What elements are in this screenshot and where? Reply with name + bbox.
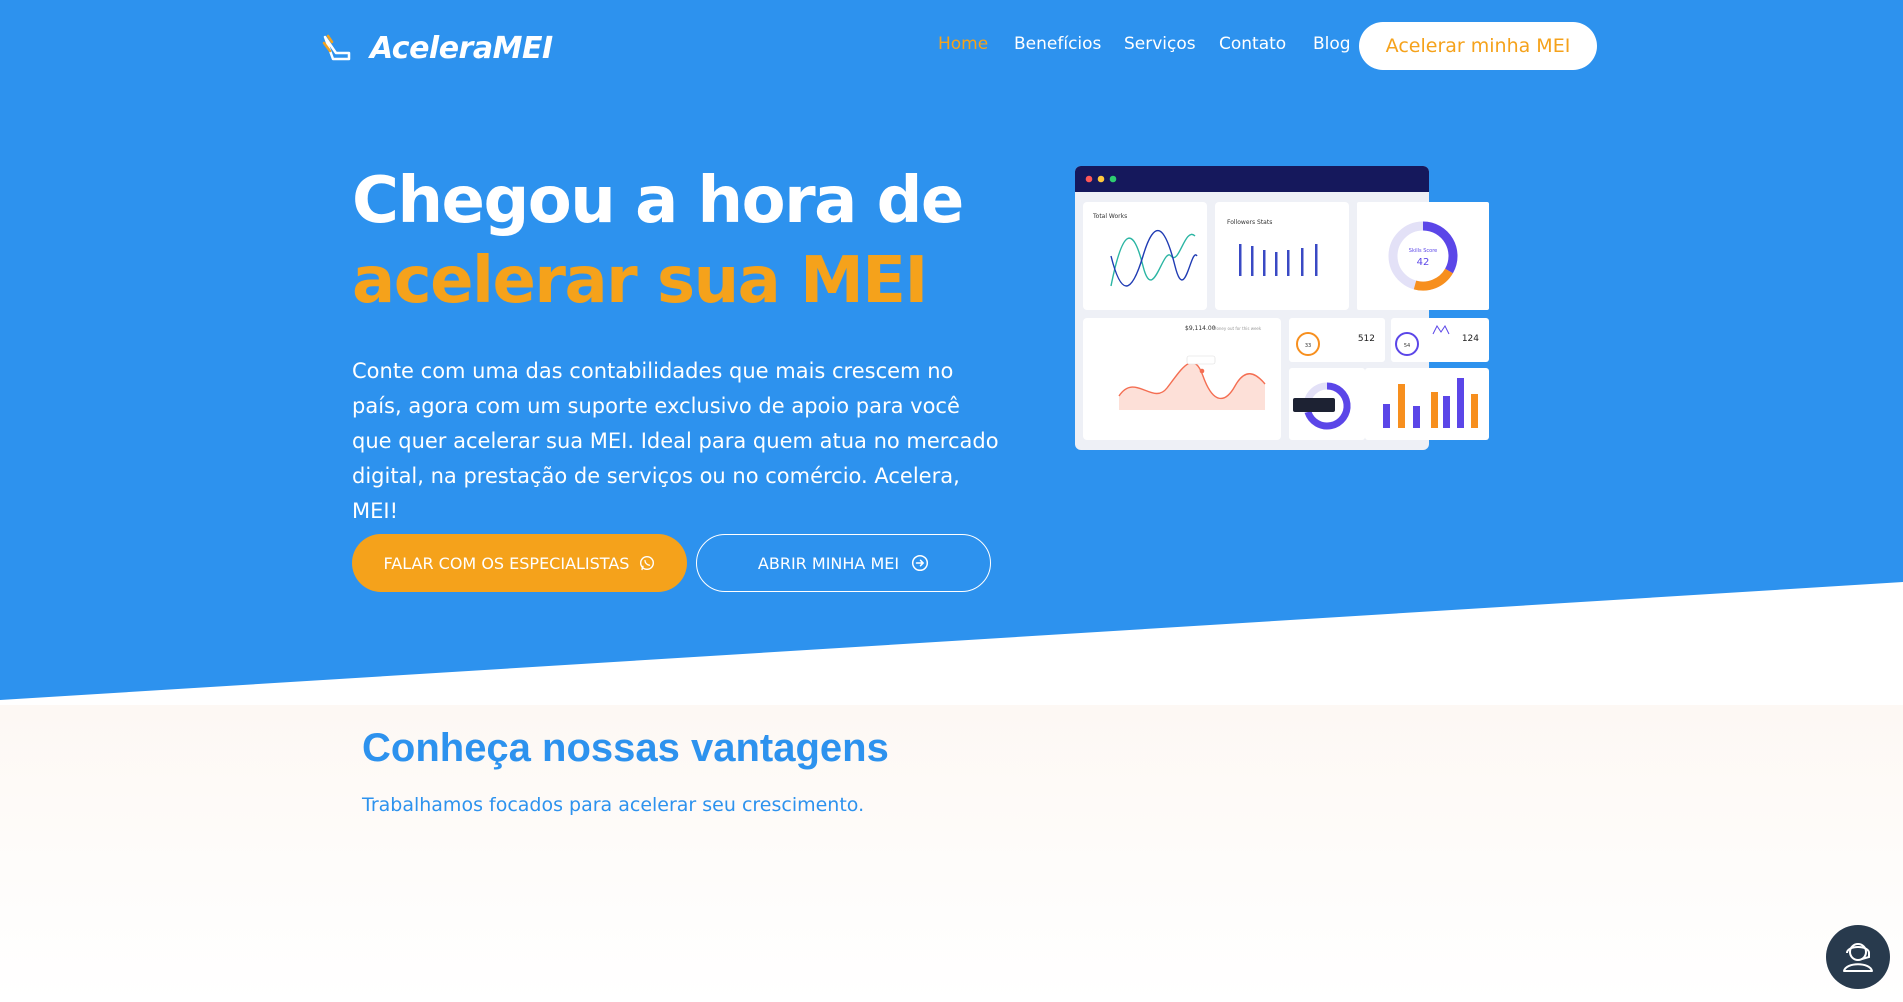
open-mei-label: ABRIR MINHA MEI — [757, 553, 900, 573]
svg-text:Total Works: Total Works — [1092, 213, 1127, 220]
talk-to-specialists-button[interactable]: FALAR COM OS ESPECIALISTAS — [352, 534, 687, 592]
logo-icon — [322, 34, 351, 61]
advantages-section — [0, 705, 1903, 1002]
svg-text:33: 33 — [1305, 343, 1311, 349]
nav-contato[interactable]: Contato — [1219, 34, 1286, 54]
advantages-title: Conheça nossas vantagens — [362, 726, 889, 770]
window-dot-green — [1109, 175, 1117, 183]
window-dot-yellow — [1097, 175, 1105, 183]
arrow-right-circle-icon — [912, 554, 929, 572]
open-mei-button[interactable]: ABRIR MINHA MEI — [696, 534, 991, 592]
hero-title-line1: Chegou a hora de — [352, 164, 964, 238]
svg-text:Money out for this week: Money out for this week — [1213, 326, 1262, 331]
dashboard-illustration: Total Works Followers Stats Skills Score… — [1075, 166, 1489, 450]
logo-text: AceleraMEI — [370, 30, 553, 66]
svg-text:Followers Stats: Followers Stats — [1227, 219, 1272, 226]
talk-to-specialists-label: FALAR COM OS ESPECIALISTAS — [383, 553, 630, 573]
svg-text:Skills Score: Skills Score — [1409, 248, 1437, 254]
accelerate-mei-button[interactable]: Acelerar minha MEI — [1359, 22, 1597, 70]
svg-text:$9,114.00: $9,114.00 — [1185, 325, 1216, 332]
logo[interactable]: AceleraMEI — [322, 28, 553, 68]
svg-text:124: 124 — [1462, 334, 1479, 344]
support-agent-icon — [1843, 943, 1873, 972]
hero-background — [0, 0, 1903, 700]
support-chat-button[interactable] — [1826, 925, 1890, 989]
svg-text:512: 512 — [1358, 334, 1375, 344]
svg-text:42: 42 — [1417, 257, 1430, 268]
nav-servicos[interactable]: Serviços — [1124, 34, 1196, 54]
advantages-subtitle: Trabalhamos focados para acelerar seu cr… — [362, 794, 865, 816]
nav-home[interactable]: Home — [938, 34, 988, 54]
window-dot-red — [1085, 175, 1093, 183]
nav-beneficios[interactable]: Benefícios — [1014, 34, 1101, 54]
nav-blog[interactable]: Blog — [1313, 34, 1351, 54]
whatsapp-icon — [640, 555, 655, 571]
hero-lead: Conte com uma das contabilidades que mai… — [352, 359, 999, 523]
svg-text:54: 54 — [1404, 343, 1410, 349]
hero-title-line2: acelerar sua MEI — [352, 244, 928, 318]
